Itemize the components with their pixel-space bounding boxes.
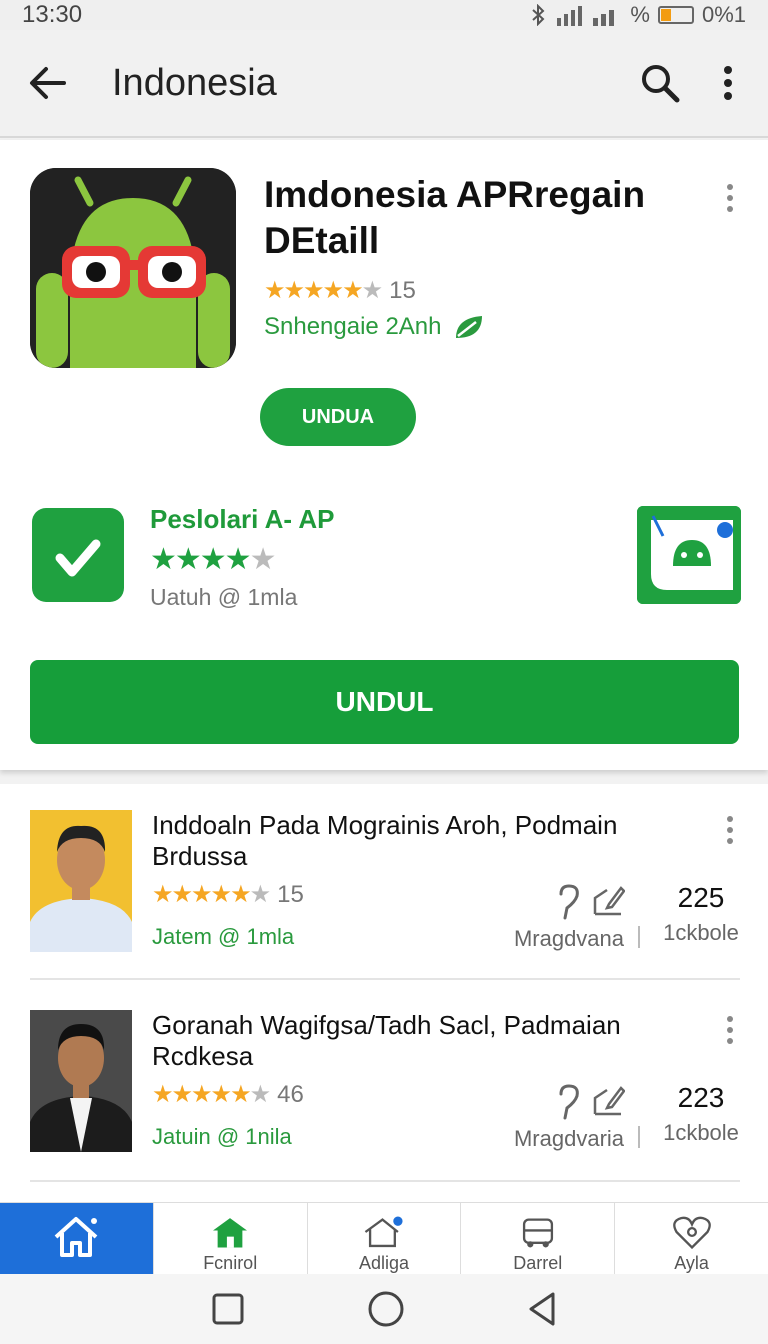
secondary-app-meta: Uatuh @ 1mla <box>150 584 298 610</box>
star-rating-icon: ★★★★★ <box>150 543 276 576</box>
status-icons: % 0%1 <box>528 2 746 28</box>
home-button-icon[interactable] <box>367 1290 405 1328</box>
star-rating-icon: ★★★★★★ <box>152 881 271 908</box>
bottom-navigation: Fcnirol Adliga Darrel Ayla <box>0 1202 768 1274</box>
more-vert-icon[interactable] <box>700 55 756 111</box>
developer-name: Snhengaie 2Anh <box>264 313 442 340</box>
help-icon <box>559 1084 579 1120</box>
nav-home[interactable] <box>0 1203 154 1274</box>
store-icon <box>213 1218 248 1248</box>
avatar <box>30 1010 132 1152</box>
stat-label: Mragdvana <box>513 926 625 951</box>
list-item[interactable]: Inddoaln Pada Mograinis Aroh, Podmain Br… <box>0 784 768 964</box>
help-icon <box>559 884 579 920</box>
battery-icon <box>657 6 694 24</box>
more-vert-icon[interactable] <box>716 176 744 220</box>
app-icon[interactable] <box>30 168 236 368</box>
list-item-title: Goranah Wagifgsa/Tadh Sacl, Padmaian Rcd… <box>152 1010 621 1071</box>
signal-icon <box>557 6 583 26</box>
secondary-rating: ★★★★★ <box>150 542 276 577</box>
bluetooth-icon <box>532 4 545 26</box>
stat-label: Mragdvaria <box>513 1126 625 1151</box>
status-time: 13:30 <box>22 1 83 28</box>
list-item-meta: Jatuin @ 1nila <box>152 1124 292 1149</box>
heart-icon <box>672 1216 711 1249</box>
install-button[interactable]: UNDUA <box>260 388 416 446</box>
recents-icon[interactable] <box>211 1292 245 1326</box>
status-percent: % <box>630 2 650 27</box>
rating-count: 15 <box>389 276 416 304</box>
nav-bus[interactable]: Darrel <box>461 1203 616 1274</box>
page-title: Indonesia <box>112 61 277 104</box>
download-button[interactable]: UNDUL <box>30 660 739 744</box>
app-rating: ★★★★★★ 15 <box>264 276 416 305</box>
app-detail-card: Imdonesia APRregain DEtaill ★★★★★★ 15 Sn… <box>0 140 768 770</box>
bus-icon <box>522 1218 553 1248</box>
nav-store[interactable]: Fcnirol <box>154 1203 308 1274</box>
more-vert-icon[interactable] <box>716 808 744 852</box>
star-rating-icon: ★★★★★★ <box>152 1081 271 1108</box>
nav-house-gear[interactable]: Adliga <box>308 1203 462 1274</box>
status-bar: 13:30 % 0%1 <box>0 0 768 30</box>
stat-number: 223 <box>677 1082 725 1113</box>
leaf-badge-icon <box>455 316 482 338</box>
system-navigation <box>0 1274 768 1344</box>
battery-text: 0%1 <box>701 2 746 27</box>
stat-label: 1ckbole <box>663 1120 739 1145</box>
developer-row[interactable]: Snhengaie 2Anh <box>264 312 486 342</box>
list-item-meta: Jatem @ 1mla <box>152 924 295 949</box>
nav-label: Darrel <box>513 1253 563 1273</box>
list-item[interactable]: Goranah Wagifgsa/Tadh Sacl, Padmaian Rcd… <box>0 984 768 1164</box>
list-divider <box>30 1180 740 1182</box>
rating-count: 46 <box>277 1080 304 1108</box>
count-stat: 225 1ckbole <box>656 882 746 946</box>
app-list: Inddoaln Pada Mograinis Aroh, Podmain Br… <box>0 784 768 1202</box>
edit-stat[interactable] <box>588 1084 628 1122</box>
divider <box>638 926 640 948</box>
house-gear-icon <box>364 1216 403 1248</box>
secondary-app-title[interactable]: Peslolari A- AP <box>150 504 334 535</box>
more-vert-icon[interactable] <box>716 1008 744 1052</box>
stat-label: 1ckbole <box>663 920 739 945</box>
search-icon[interactable] <box>632 55 688 111</box>
rating-count: 15 <box>277 880 304 908</box>
edit-stat[interactable] <box>588 884 628 922</box>
back-button-icon[interactable] <box>527 1291 557 1327</box>
download-check-icon[interactable] <box>32 508 124 602</box>
list-divider <box>30 978 740 980</box>
nav-label: Fcnirol <box>203 1253 258 1273</box>
star-rating-icon: ★★★★★★ <box>264 277 383 304</box>
list-item-rating: ★★★★★★ 46 <box>152 1080 304 1109</box>
avatar <box>30 810 132 952</box>
edit-icon <box>593 1086 626 1116</box>
divider <box>638 1126 640 1148</box>
list-item-rating: ★★★★★★ 15 <box>152 880 304 909</box>
home-icon <box>55 1217 98 1257</box>
back-arrow-icon[interactable] <box>16 51 80 115</box>
nav-label: Adliga <box>358 1253 410 1273</box>
count-stat: 223 1ckbole <box>656 1082 746 1146</box>
stat-number: 225 <box>677 882 725 913</box>
signal-icon-2 <box>593 10 615 26</box>
edit-icon <box>593 886 626 916</box>
nav-label: Ayla <box>674 1253 709 1273</box>
android-thumbnail-icon[interactable] <box>637 506 741 604</box>
app-bar: Indonesia <box>0 30 768 138</box>
nav-heart[interactable]: Ayla <box>615 1203 768 1274</box>
list-item-title: Inddoaln Pada Mograinis Aroh, Podmain Br… <box>152 810 618 871</box>
app-title: Imdonesia APRregain DEtaill <box>264 174 646 261</box>
